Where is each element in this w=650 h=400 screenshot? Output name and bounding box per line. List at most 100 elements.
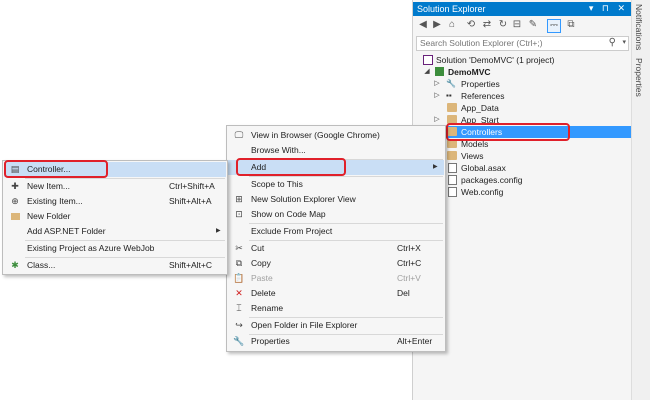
existing-item-icon: ⊕	[11, 196, 19, 206]
menu-item-shortcut: Ctrl+C	[397, 258, 422, 268]
menu-item-view-in-browser[interactable]: 🖵 View in Browser (Google Chrome)	[227, 128, 445, 143]
new-item-icon: ✚	[11, 181, 19, 191]
tree-item-label: References	[461, 91, 505, 101]
properties-icon[interactable]: ✎	[527, 19, 539, 31]
menu-item-label: Open Folder in File Explorer	[251, 320, 358, 330]
file-icon	[448, 163, 457, 173]
forward-icon[interactable]: ▶	[431, 19, 443, 31]
menu-item-cut[interactable]: ✂ Cut Ctrl+X	[227, 241, 445, 256]
menu-item-shortcut: Ctrl+Shift+A	[169, 181, 215, 191]
wrench-icon: 🔧	[233, 336, 245, 346]
chevron-down-icon[interactable]: ▾	[622, 38, 626, 46]
folder-icon	[447, 103, 457, 112]
menu-item-existing-item[interactable]: ⊕ Existing Item... Shift+Alt+A	[3, 194, 227, 209]
solution-explorer-search: ⚲ ▾	[416, 36, 629, 51]
home-icon[interactable]: ⌂	[446, 19, 458, 31]
menu-item-class[interactable]: ✱ Class... Shift+Alt+C	[3, 258, 227, 273]
history-icon[interactable]: ⟲	[465, 19, 477, 31]
solution-explorer-toolbar: ◀ ▶ ⌂ ⟲ ⇄ ↻ ⊟ ✎ ⎓ ⧉	[413, 17, 631, 35]
refresh-icon[interactable]: ↻	[497, 19, 509, 31]
code-map-icon: ⊡	[235, 209, 243, 219]
menu-item-label: New Item...	[27, 181, 70, 191]
menu-item-label: Exclude From Project	[251, 226, 333, 236]
menu-item-label: Properties	[251, 336, 290, 346]
references-icon: ▪▪	[446, 91, 452, 100]
menu-item-exclude-from-project[interactable]: Exclude From Project	[227, 224, 445, 239]
tree-item-properties[interactable]: ▷ 🔧 Properties	[413, 78, 631, 90]
menu-item-label: Cut	[251, 243, 265, 253]
menu-item-label: Copy	[251, 258, 271, 268]
menu-item-browse-with[interactable]: Browse With...	[227, 143, 445, 158]
menu-item-shortcut: Ctrl+V	[397, 273, 421, 283]
menu-item-new-folder[interactable]: New Folder	[3, 209, 227, 224]
menu-item-label: Rename	[251, 303, 284, 313]
menu-item-open-folder[interactable]: ↪ Open Folder in File Explorer	[227, 318, 445, 333]
controllers-callout	[446, 123, 570, 141]
side-tab-strip: Notifications Properties	[631, 0, 650, 400]
back-icon[interactable]: ◀	[417, 19, 429, 31]
menu-item-paste[interactable]: 📋 Paste Ctrl+V	[227, 271, 445, 286]
search-icon[interactable]: ⚲	[609, 37, 616, 48]
menu-item-label: Show on Code Map	[251, 209, 326, 219]
menu-item-new-solution-explorer-view[interactable]: ⊞ New Solution Explorer View	[227, 192, 445, 207]
folder-icon	[447, 151, 457, 160]
open-folder-icon: ↪	[235, 320, 243, 330]
menu-item-label: Add ASP.NET Folder	[27, 226, 106, 236]
tree-item-references[interactable]: ▷ ▪▪ References	[413, 90, 631, 102]
submenu-arrow-icon: ▶	[216, 228, 221, 234]
expand-arrow-icon[interactable]: ▷	[433, 78, 441, 90]
menu-item-label: Paste	[251, 273, 273, 283]
tab-notifications[interactable]: Notifications	[634, 4, 644, 50]
search-input[interactable]	[417, 37, 600, 49]
tree-item-label: Web.config	[461, 187, 504, 197]
menu-item-add-aspnet-folder[interactable]: Add ASP.NET Folder ▶	[3, 224, 227, 239]
tree-item-label: DemoMVC	[448, 67, 491, 77]
tab-properties[interactable]: Properties	[634, 58, 644, 97]
menu-item-copy[interactable]: ⧉ Copy Ctrl+C	[227, 256, 445, 271]
config-icon	[448, 175, 457, 185]
menu-item-scope-to-this[interactable]: Scope to This	[227, 177, 445, 192]
menu-item-properties[interactable]: 🔧 Properties Alt+Enter	[227, 334, 445, 349]
collapse-icon[interactable]: ⊟	[511, 19, 523, 31]
menu-item-label: Existing Project as Azure WebJob	[27, 243, 155, 253]
config-icon	[448, 187, 457, 197]
menu-item-shortcut: Shift+Alt+C	[169, 260, 212, 270]
menu-item-delete[interactable]: ✕ Delete Del	[227, 286, 445, 301]
class-icon: ✱	[11, 260, 19, 270]
tree-item-label: packages.config	[461, 175, 523, 185]
menu-item-label: New Folder	[27, 211, 71, 221]
new-folder-icon	[9, 209, 21, 224]
rename-icon: ⌶	[236, 303, 242, 313]
menu-item-label: Delete	[251, 288, 276, 298]
menu-item-shortcut: Ctrl+X	[397, 243, 421, 253]
sync-icon[interactable]: ⇄	[481, 19, 493, 31]
controller-callout	[4, 160, 108, 178]
solution-explorer-title: Solution Explorer	[417, 4, 486, 14]
expand-arrow-icon[interactable]: ▷	[433, 90, 441, 102]
collapse-arrow-icon[interactable]: ◢	[423, 66, 431, 78]
menu-item-show-on-code-map[interactable]: ⊡ Show on Code Map	[227, 207, 445, 222]
tree-item-label: Views	[461, 151, 484, 161]
tree-item-label: Properties	[461, 79, 500, 89]
submenu-arrow-icon: ▶	[433, 164, 438, 170]
tree-item-label: Global.asax	[461, 163, 506, 173]
window-controls[interactable]: ▾ ⊓ ✕	[589, 3, 628, 14]
menu-item-azure-webjob[interactable]: Existing Project as Azure WebJob	[3, 241, 227, 256]
menu-item-label: Class...	[27, 260, 56, 270]
menu-item-rename[interactable]: ⌶ Rename	[227, 301, 445, 316]
tree-item-project[interactable]: ◢ DemoMVC	[413, 66, 631, 78]
menu-item-label: Browse With...	[251, 145, 306, 155]
menu-item-label: Existing Item...	[27, 196, 83, 206]
preview-icon[interactable]: ⧉	[565, 19, 577, 31]
browser-icon: 🖵	[234, 130, 244, 140]
show-all-icon[interactable]: ⎓	[547, 19, 561, 33]
solution-icon	[423, 55, 433, 65]
tree-item-solution[interactable]: Solution 'DemoMVC' (1 project)	[413, 54, 631, 66]
menu-item-new-item[interactable]: ✚ New Item... Ctrl+Shift+A	[3, 179, 227, 194]
new-view-icon: ⊞	[235, 194, 243, 204]
scissors-icon: ✂	[235, 243, 243, 253]
tree-item-app-data[interactable]: App_Data	[413, 102, 631, 114]
delete-icon: ✕	[235, 288, 243, 298]
add-callout	[236, 158, 346, 176]
paste-icon: 📋	[233, 273, 245, 283]
